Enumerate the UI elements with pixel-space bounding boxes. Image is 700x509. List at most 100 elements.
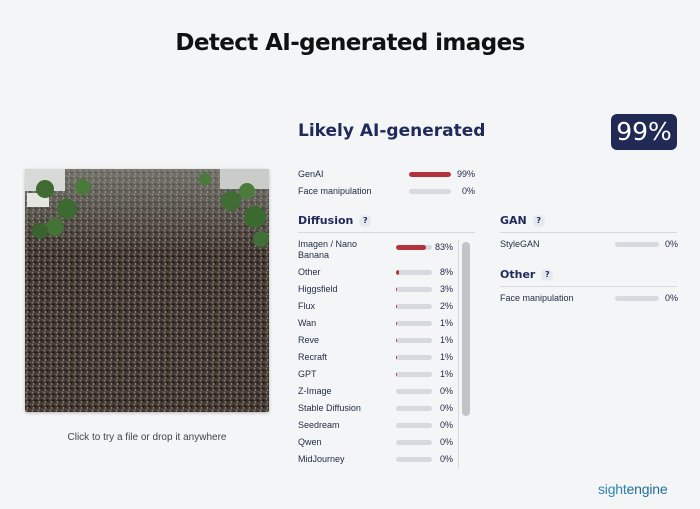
- progress-bar: [615, 296, 659, 301]
- page-title: Detect AI-generated images: [175, 30, 525, 56]
- gan-row: StyleGAN 0%: [500, 239, 678, 253]
- progress-bar: [396, 355, 432, 360]
- model-label: MidJourney: [298, 454, 345, 464]
- progress-bar: [396, 406, 432, 411]
- progress-fill: [396, 355, 398, 360]
- model-label: Face manipulation: [500, 293, 574, 303]
- model-label: Z-Image: [298, 386, 332, 396]
- score-badge: 99%: [611, 114, 677, 150]
- divider: [298, 232, 475, 233]
- diffusion-row: Qwen 0%: [298, 437, 458, 451]
- scrollbar[interactable]: [460, 240, 472, 470]
- diffusion-row: Seedream 0%: [298, 420, 458, 434]
- diffusion-row: Reve 1%: [298, 335, 458, 349]
- progress-bar: [615, 242, 659, 247]
- progress-bar: [409, 189, 451, 194]
- progress-bar: [396, 423, 432, 428]
- model-label: Recraft: [298, 352, 328, 362]
- diffusion-row: Other 8%: [298, 267, 458, 281]
- progress-bar: [396, 372, 432, 377]
- model-pct: 3%: [439, 284, 453, 294]
- upload-hint[interactable]: Click to try a file or drop it anywhere: [25, 432, 269, 443]
- summary-label: Face manipulation: [298, 186, 372, 196]
- scrollbar-thumb[interactable]: [462, 242, 470, 416]
- uploaded-image[interactable]: [25, 169, 269, 412]
- model-label: Other: [298, 267, 321, 277]
- progress-fill: [396, 304, 398, 309]
- model-pct: 1%: [439, 369, 453, 379]
- model-label: StyleGAN: [500, 239, 540, 249]
- model-label: Seedream: [298, 420, 340, 430]
- model-pct: 1%: [439, 318, 453, 328]
- diffusion-row: Wan 1%: [298, 318, 458, 332]
- other-row: Face manipulation 0%: [500, 293, 678, 307]
- progress-fill: [396, 321, 398, 326]
- brand-part1: sight: [598, 481, 627, 497]
- diffusion-row: Flux 2%: [298, 301, 458, 315]
- summary-label: GenAI: [298, 169, 324, 179]
- diffusion-row: Imagen / Nano Banana 83%: [298, 239, 458, 263]
- progress-bar: [396, 457, 432, 462]
- divider: [458, 240, 459, 468]
- model-label: Reve: [298, 335, 320, 345]
- model-pct: 0%: [664, 239, 678, 249]
- model-pct: 1%: [439, 352, 453, 362]
- model-label: Imagen / Nano: [298, 239, 358, 249]
- sightengine-logo[interactable]: sightengine: [598, 481, 668, 497]
- model-pct: 0%: [439, 437, 453, 447]
- diffusion-row: MidJourney 0%: [298, 454, 458, 468]
- progress-fill: [396, 287, 398, 292]
- divider: [500, 286, 677, 287]
- progress-bar: [396, 338, 432, 343]
- diffusion-title-text: Diffusion: [298, 214, 354, 227]
- model-pct: 0%: [439, 420, 453, 430]
- progress-fill: [396, 270, 399, 275]
- diffusion-row: Recraft 1%: [298, 352, 458, 366]
- progress-bar: [409, 172, 451, 177]
- model-label: Stable Diffusion: [298, 403, 361, 413]
- progress-fill: [396, 338, 398, 343]
- brand-part2: engine: [626, 481, 668, 497]
- diffusion-row: GPT 1%: [298, 369, 458, 383]
- model-label: Flux: [298, 301, 316, 311]
- model-label-line2: Banana: [298, 250, 330, 260]
- diffusion-row: Z-Image 0%: [298, 386, 458, 400]
- model-pct: 0%: [439, 386, 453, 396]
- model-pct: 83%: [434, 242, 453, 252]
- model-pct: 0%: [439, 403, 453, 413]
- divider: [500, 232, 677, 233]
- progress-bar: [396, 440, 432, 445]
- model-label: Wan: [298, 318, 317, 328]
- progress-fill: [396, 372, 398, 377]
- progress-fill: [396, 245, 426, 250]
- other-title-text: Other: [500, 268, 536, 281]
- summary-row-face: Face manipulation 0%: [298, 186, 478, 200]
- model-pct: 1%: [439, 335, 453, 345]
- summary-pct: 0%: [461, 186, 475, 196]
- progress-bar: [396, 389, 432, 394]
- summary-pct: 99%: [456, 169, 475, 179]
- model-pct: 0%: [664, 293, 678, 303]
- help-icon[interactable]: ?: [532, 215, 545, 227]
- progress-bar: [396, 304, 432, 309]
- model-pct: 2%: [439, 301, 453, 311]
- help-icon[interactable]: ?: [541, 269, 554, 281]
- diffusion-row: Higgsfield 3%: [298, 284, 458, 298]
- diffusion-title: Diffusion?: [298, 214, 372, 227]
- gan-title: GAN?: [500, 214, 545, 227]
- progress-fill: [409, 172, 451, 177]
- gan-title-text: GAN: [500, 214, 527, 227]
- help-icon[interactable]: ?: [359, 215, 372, 227]
- progress-bar: [396, 321, 432, 326]
- model-pct: 8%: [439, 267, 453, 277]
- model-pct: 0%: [439, 454, 453, 464]
- model-label: GPT: [298, 369, 317, 379]
- model-label: Higgsfield: [298, 284, 338, 294]
- diffusion-row: Stable Diffusion 0%: [298, 403, 458, 417]
- summary-row-genai: GenAI 99%: [298, 169, 478, 183]
- other-title: Other?: [500, 268, 554, 281]
- progress-bar: [396, 270, 432, 275]
- crowd-photo: [25, 169, 269, 412]
- progress-bar: [396, 287, 432, 292]
- model-label: Qwen: [298, 437, 322, 447]
